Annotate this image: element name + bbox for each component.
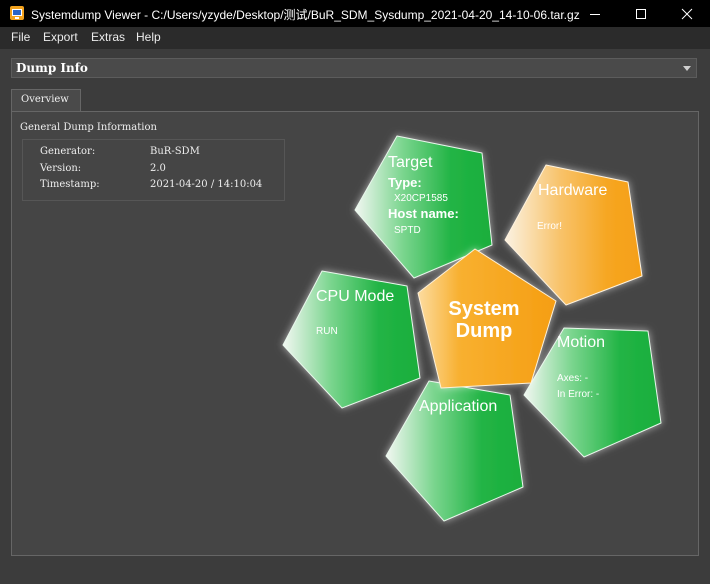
general-info-title: General Dump Information: [20, 122, 157, 133]
target-title: Target: [388, 154, 433, 171]
hardware-status: Error!: [537, 221, 562, 232]
target-type-value: X20CP1585: [394, 193, 448, 204]
timestamp-label: Timestamp:: [40, 179, 100, 190]
chevron-down-icon[interactable]: [683, 66, 691, 71]
generator-label: Generator:: [40, 146, 96, 157]
minimize-icon: [590, 13, 600, 15]
version-value: 2.0: [150, 163, 166, 174]
minimize-button[interactable]: [572, 0, 618, 27]
tab-overview[interactable]: Overview: [11, 89, 81, 112]
dump-selector[interactable]: Dump Info: [11, 58, 697, 78]
timestamp-value: 2021-04-20 / 14:10:04: [150, 179, 263, 190]
motion-in-error: In Error: -: [557, 389, 599, 400]
app-icon: [10, 6, 24, 20]
menu-file[interactable]: File: [11, 30, 30, 44]
close-icon: [681, 8, 693, 19]
motion-axes: Axes: -: [557, 373, 588, 384]
menu-extras[interactable]: Extras: [91, 30, 125, 44]
dump-selector-value: Dump Info: [16, 61, 88, 75]
target-host-label: Host name:: [388, 206, 459, 221]
tab-overview-label: Overview: [21, 94, 69, 105]
close-button[interactable]: [664, 0, 710, 27]
motion-title: Motion: [557, 334, 605, 351]
system-dump-line1: System: [448, 298, 519, 320]
menu-bar: File Export Extras Help: [0, 27, 710, 49]
application-title: Application: [419, 398, 497, 415]
cpu-mode-value: RUN: [316, 326, 338, 337]
title-bar: Systemdump Viewer - C:/Users/yzyde/Deskt…: [0, 0, 710, 27]
target-type-label: Type:: [388, 175, 422, 190]
maximize-icon: [636, 8, 646, 19]
generator-value: BuR-SDM: [150, 146, 200, 157]
maximize-button[interactable]: [618, 0, 664, 27]
menu-export[interactable]: Export: [43, 30, 78, 44]
version-label: Version:: [40, 163, 82, 174]
general-info-box: Generator: BuR-SDM Version: 2.0 Timestam…: [22, 139, 285, 201]
window-title: Systemdump Viewer - C:/Users/yzyde/Deskt…: [31, 8, 580, 22]
hardware-title: Hardware: [538, 182, 607, 199]
target-host-value: SPTD: [394, 225, 421, 236]
system-dump-line2: Dump: [456, 320, 513, 342]
menu-help[interactable]: Help: [136, 30, 161, 44]
cpu-mode-title: CPU Mode: [316, 288, 394, 305]
